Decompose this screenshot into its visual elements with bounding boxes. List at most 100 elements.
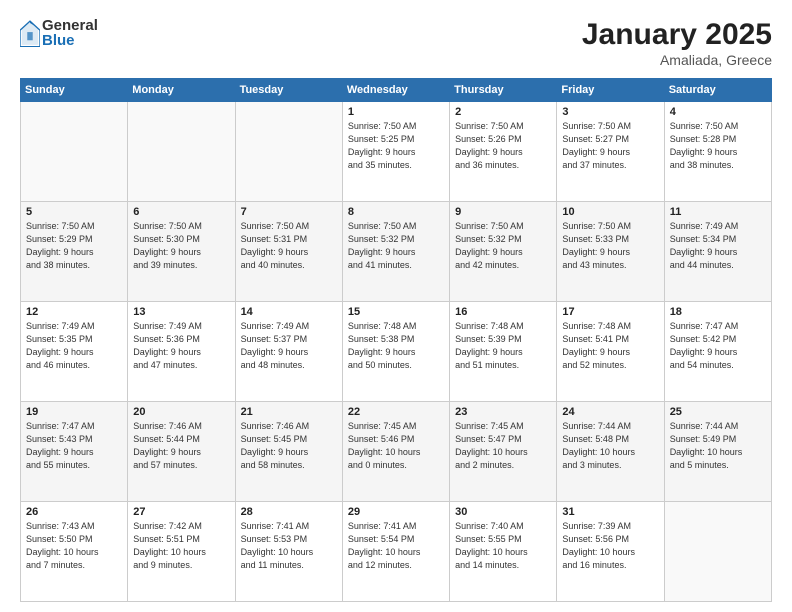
col-tuesday: Tuesday	[235, 79, 342, 102]
table-row: 17 Sunrise: 7:48 AM Sunset: 5:41 PM Dayli…	[557, 302, 664, 402]
table-row: 29Sunrise: 7:41 AM Sunset: 5:54 PM Dayli…	[342, 502, 449, 602]
day-number: 24	[562, 406, 658, 418]
day-info: Sunrise: 7:39 AM Sunset: 5:56 PM Dayligh…	[562, 520, 658, 572]
day-number: 6	[133, 206, 229, 218]
table-row: 8 Sunrise: 7:50 AM Sunset: 5:32 PM Daylig…	[342, 202, 449, 302]
day-number: 10	[562, 206, 658, 218]
month-title: January 2025	[582, 18, 772, 52]
table-row: 22Sunrise: 7:45 AM Sunset: 5:46 PM Dayli…	[342, 402, 449, 502]
table-row	[664, 502, 771, 602]
day-info: Sunrise: 7:42 AM Sunset: 5:51 PM Dayligh…	[133, 520, 229, 572]
col-thursday: Thursday	[450, 79, 557, 102]
page-header: General Blue January 2025 Amaliada, Gree…	[20, 18, 772, 68]
day-info: Sunrise: 7:49 AM Sunset: 5:35 PM Dayligh…	[26, 320, 122, 372]
day-number: 12	[26, 306, 122, 318]
day-info: Sunrise: 7:50 AM Sunset: 5:28 PM Dayligh…	[670, 120, 766, 172]
day-info: Sunrise: 7:47 AM Sunset: 5:43 PM Dayligh…	[26, 420, 122, 472]
day-number: 17	[562, 306, 658, 318]
day-number: 23	[455, 406, 551, 418]
calendar-table: Sunday Monday Tuesday Wednesday Thursday…	[20, 78, 772, 602]
day-info: Sunrise: 7:50 AM Sunset: 5:25 PM Dayligh…	[348, 120, 444, 172]
day-number: 3	[562, 106, 658, 118]
table-row: 18 Sunrise: 7:47 AM Sunset: 5:42 PM Dayli…	[664, 302, 771, 402]
table-row	[235, 102, 342, 202]
day-info: Sunrise: 7:50 AM Sunset: 5:32 PM Dayligh…	[348, 220, 444, 272]
logo-blue-text: Blue	[42, 33, 98, 48]
table-row: 26Sunrise: 7:43 AM Sunset: 5:50 PM Dayli…	[21, 502, 128, 602]
day-number: 21	[241, 406, 337, 418]
table-row: 3 Sunrise: 7:50 AM Sunset: 5:27 PM Daylig…	[557, 102, 664, 202]
day-number: 27	[133, 506, 229, 518]
table-row: 15 Sunrise: 7:48 AM Sunset: 5:38 PM Dayli…	[342, 302, 449, 402]
day-number: 9	[455, 206, 551, 218]
table-row: 11 Sunrise: 7:49 AM Sunset: 5:34 PM Dayli…	[664, 202, 771, 302]
calendar-week-row: 5 Sunrise: 7:50 AM Sunset: 5:29 PM Daylig…	[21, 202, 772, 302]
table-row: 28Sunrise: 7:41 AM Sunset: 5:53 PM Dayli…	[235, 502, 342, 602]
table-row: 5 Sunrise: 7:50 AM Sunset: 5:29 PM Daylig…	[21, 202, 128, 302]
table-row: 6Sunrise: 7:50 AM Sunset: 5:30 PM Daylig…	[128, 202, 235, 302]
table-row: 7 Sunrise: 7:50 AM Sunset: 5:31 PM Daylig…	[235, 202, 342, 302]
day-info: Sunrise: 7:48 AM Sunset: 5:41 PM Dayligh…	[562, 320, 658, 372]
table-row: 31 Sunrise: 7:39 AM Sunset: 5:56 PM Dayli…	[557, 502, 664, 602]
day-number: 28	[241, 506, 337, 518]
calendar-week-row: 19 Sunrise: 7:47 AM Sunset: 5:43 PM Dayli…	[21, 402, 772, 502]
calendar-week-row: 26Sunrise: 7:43 AM Sunset: 5:50 PM Dayli…	[21, 502, 772, 602]
logo: General Blue	[20, 18, 98, 48]
col-wednesday: Wednesday	[342, 79, 449, 102]
table-row: 19 Sunrise: 7:47 AM Sunset: 5:43 PM Dayli…	[21, 402, 128, 502]
location-text: Amaliada, Greece	[582, 52, 772, 68]
day-number: 13	[133, 306, 229, 318]
day-number: 15	[348, 306, 444, 318]
day-info: Sunrise: 7:50 AM Sunset: 5:31 PM Dayligh…	[241, 220, 337, 272]
day-number: 11	[670, 206, 766, 218]
day-number: 5	[26, 206, 122, 218]
col-saturday: Saturday	[664, 79, 771, 102]
table-row: 30 Sunrise: 7:40 AM Sunset: 5:55 PM Dayli…	[450, 502, 557, 602]
calendar-week-row: 1Sunrise: 7:50 AM Sunset: 5:25 PM Daylig…	[21, 102, 772, 202]
day-number: 18	[670, 306, 766, 318]
table-row: 16Sunrise: 7:48 AM Sunset: 5:39 PM Dayli…	[450, 302, 557, 402]
day-info: Sunrise: 7:48 AM Sunset: 5:38 PM Dayligh…	[348, 320, 444, 372]
day-number: 20	[133, 406, 229, 418]
table-row: 2 Sunrise: 7:50 AM Sunset: 5:26 PM Daylig…	[450, 102, 557, 202]
day-info: Sunrise: 7:50 AM Sunset: 5:27 PM Dayligh…	[562, 120, 658, 172]
day-number: 25	[670, 406, 766, 418]
day-number: 31	[562, 506, 658, 518]
day-info: Sunrise: 7:44 AM Sunset: 5:48 PM Dayligh…	[562, 420, 658, 472]
day-info: Sunrise: 7:47 AM Sunset: 5:42 PM Dayligh…	[670, 320, 766, 372]
day-info: Sunrise: 7:50 AM Sunset: 5:26 PM Dayligh…	[455, 120, 551, 172]
table-row: 27 Sunrise: 7:42 AM Sunset: 5:51 PM Dayli…	[128, 502, 235, 602]
logo-icon	[20, 19, 40, 47]
table-row: 9Sunrise: 7:50 AM Sunset: 5:32 PM Daylig…	[450, 202, 557, 302]
table-row: 1Sunrise: 7:50 AM Sunset: 5:25 PM Daylig…	[342, 102, 449, 202]
day-info: Sunrise: 7:49 AM Sunset: 5:36 PM Dayligh…	[133, 320, 229, 372]
table-row: 21 Sunrise: 7:46 AM Sunset: 5:45 PM Dayli…	[235, 402, 342, 502]
calendar-body: 1Sunrise: 7:50 AM Sunset: 5:25 PM Daylig…	[21, 102, 772, 602]
day-number: 7	[241, 206, 337, 218]
day-number: 30	[455, 506, 551, 518]
table-row: 12 Sunrise: 7:49 AM Sunset: 5:35 PM Dayli…	[21, 302, 128, 402]
table-row: 23 Sunrise: 7:45 AM Sunset: 5:47 PM Dayli…	[450, 402, 557, 502]
day-number: 19	[26, 406, 122, 418]
table-row: 20 Sunrise: 7:46 AM Sunset: 5:44 PM Dayli…	[128, 402, 235, 502]
table-row: 14 Sunrise: 7:49 AM Sunset: 5:37 PM Dayli…	[235, 302, 342, 402]
day-info: Sunrise: 7:45 AM Sunset: 5:46 PM Dayligh…	[348, 420, 444, 472]
day-number: 8	[348, 206, 444, 218]
weekday-header-row: Sunday Monday Tuesday Wednesday Thursday…	[21, 79, 772, 102]
day-number: 2	[455, 106, 551, 118]
day-info: Sunrise: 7:43 AM Sunset: 5:50 PM Dayligh…	[26, 520, 122, 572]
day-info: Sunrise: 7:49 AM Sunset: 5:37 PM Dayligh…	[241, 320, 337, 372]
day-info: Sunrise: 7:46 AM Sunset: 5:44 PM Dayligh…	[133, 420, 229, 472]
day-number: 16	[455, 306, 551, 318]
col-monday: Monday	[128, 79, 235, 102]
day-info: Sunrise: 7:50 AM Sunset: 5:29 PM Dayligh…	[26, 220, 122, 272]
day-number: 14	[241, 306, 337, 318]
calendar-page: General Blue January 2025 Amaliada, Gree…	[0, 0, 792, 612]
table-row: 24 Sunrise: 7:44 AM Sunset: 5:48 PM Dayli…	[557, 402, 664, 502]
day-info: Sunrise: 7:44 AM Sunset: 5:49 PM Dayligh…	[670, 420, 766, 472]
day-info: Sunrise: 7:46 AM Sunset: 5:45 PM Dayligh…	[241, 420, 337, 472]
day-info: Sunrise: 7:49 AM Sunset: 5:34 PM Dayligh…	[670, 220, 766, 272]
day-info: Sunrise: 7:40 AM Sunset: 5:55 PM Dayligh…	[455, 520, 551, 572]
day-number: 29	[348, 506, 444, 518]
day-info: Sunrise: 7:45 AM Sunset: 5:47 PM Dayligh…	[455, 420, 551, 472]
